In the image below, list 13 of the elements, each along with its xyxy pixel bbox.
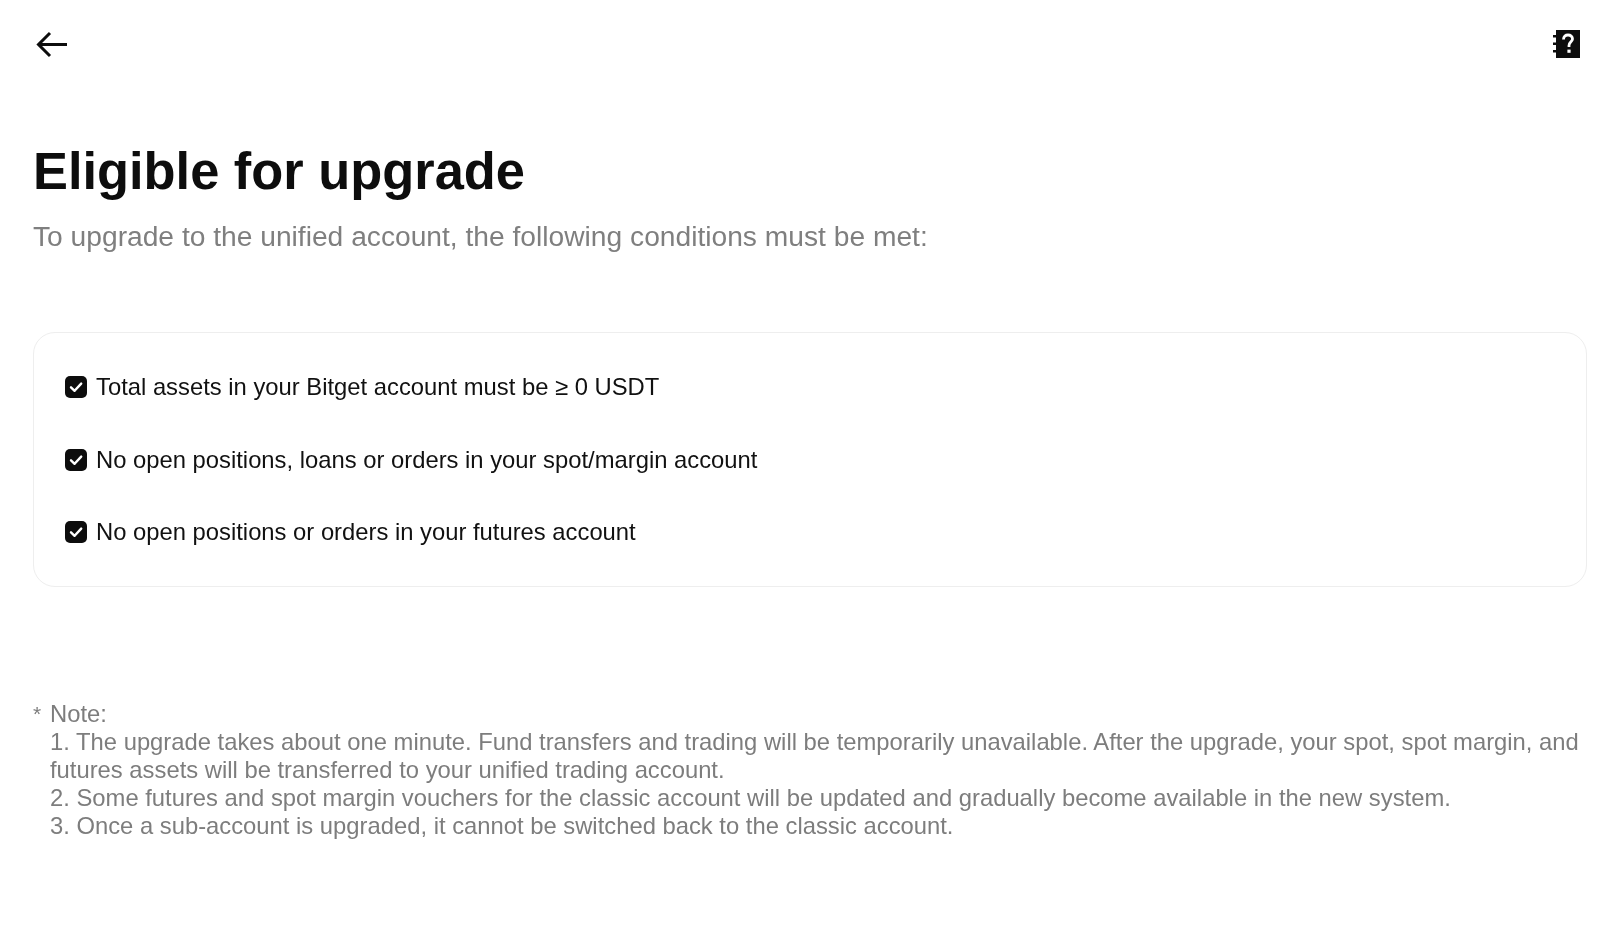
notebook-question-icon: [1553, 30, 1580, 58]
condition-label: No open positions, loans or orders in your spot/margin account: [96, 444, 758, 475]
page-subtitle: To upgrade to the unified account, the following conditions must be met:: [33, 220, 928, 252]
note-marker: *: [33, 700, 42, 727]
note-item: 1. The upgrade takes about one minute. Fund transfers and trading will be temporarily unavailable. After the upgrade, your spot, spot margin, and futures assets will be transferred to your unified trading account.: [50, 727, 1580, 784]
note-heading: Note:: [50, 699, 107, 728]
page-title: Eligible for upgrade: [33, 141, 525, 202]
condition-label: No open positions or orders in your futures account: [96, 517, 636, 548]
condition-label: Total assets in your Bitget account must be ≥ 0 USDT: [96, 372, 660, 403]
help-button[interactable]: [1551, 28, 1582, 60]
note-item: 2. Some futures and spot margin vouchers for the classic account will be updated and gradually become available in the new system.: [50, 783, 1452, 812]
arrow-left-icon: [36, 30, 68, 58]
note-item: 3. Once a sub-account is upgraded, it cannot be switched back to the classic account.: [50, 811, 955, 840]
